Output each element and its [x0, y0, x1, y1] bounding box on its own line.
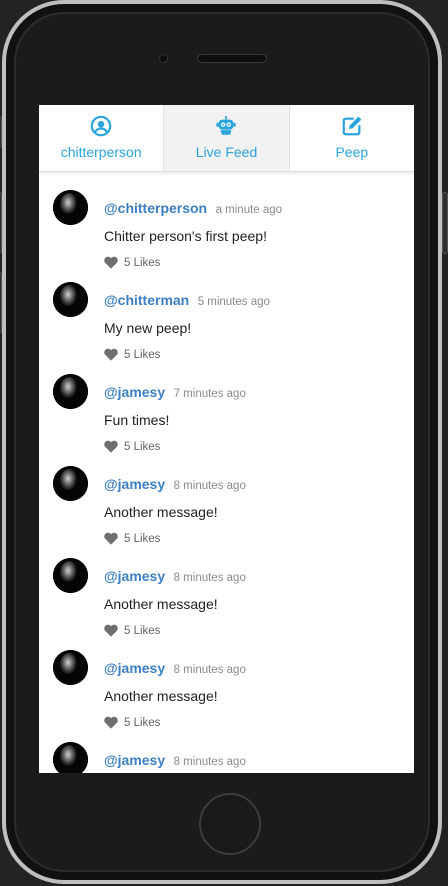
- peep-handle[interactable]: @jamesy: [104, 660, 165, 676]
- front-camera: [160, 55, 167, 62]
- avatar[interactable]: [53, 374, 88, 409]
- avatar-image: [53, 282, 88, 317]
- edit-icon: [342, 116, 362, 136]
- peep-timestamp: a minute ago: [215, 204, 283, 216]
- peep-timestamp: 7 minutes ago: [173, 388, 246, 400]
- tab-profile[interactable]: chitterperson: [39, 105, 165, 171]
- likes-count: 5 Likes: [124, 440, 161, 453]
- tab-live-feed-label: Live Feed: [195, 144, 258, 160]
- peep-text: My new peep!: [104, 320, 192, 336]
- peep-text: Fun times!: [104, 412, 170, 428]
- likes-count: 5 Likes: [124, 532, 161, 545]
- avatar[interactable]: [53, 190, 88, 225]
- peep-item: @jamesy 8 minutes ago Another message! 5…: [39, 550, 414, 642]
- peep-text: Another message!: [104, 504, 218, 520]
- power-button: [442, 192, 448, 254]
- avatar-image: [53, 374, 88, 409]
- robot-icon: [216, 116, 237, 135]
- avatar-image: [53, 190, 88, 225]
- avatar-image: [53, 742, 88, 773]
- peep-timestamp: 8 minutes ago: [173, 756, 246, 768]
- peep-text: Another message!: [104, 688, 218, 704]
- peep-handle[interactable]: @chitterman: [104, 292, 189, 308]
- peep-text: Chitter person's first peep!: [104, 228, 267, 244]
- avatar[interactable]: [53, 466, 88, 501]
- likes-count: 5 Likes: [124, 256, 161, 269]
- peep-timestamp: 8 minutes ago: [173, 572, 246, 584]
- peep-timestamp: 5 minutes ago: [197, 296, 270, 308]
- likes-count: 5 Likes: [124, 716, 161, 729]
- peep-timestamp: 8 minutes ago: [173, 480, 246, 492]
- peep-item: @chitterman 5 minutes ago My new peep! 5…: [39, 274, 414, 366]
- tab-peep-label: Peep: [335, 144, 369, 160]
- like-button[interactable]: 5 Likes: [104, 440, 160, 453]
- heart-icon: [104, 532, 118, 545]
- user-circle-icon: [90, 115, 112, 137]
- tab-peep[interactable]: Peep: [290, 105, 414, 171]
- peep-handle[interactable]: @chitterperson: [104, 200, 207, 216]
- peep-item: @chitterperson a minute ago Chitter pers…: [39, 182, 414, 274]
- peep-handle[interactable]: @jamesy: [104, 384, 165, 400]
- app-screen: chitterperson Live Feed Peep @chitterper…: [39, 105, 414, 773]
- heart-icon: [104, 440, 118, 453]
- avatar[interactable]: [53, 282, 88, 317]
- like-button[interactable]: 5 Likes: [104, 532, 160, 545]
- home-button[interactable]: [199, 793, 261, 855]
- likes-count: 5 Likes: [124, 348, 161, 361]
- peep-item: @jamesy 7 minutes ago Fun times! 5 Likes: [39, 366, 414, 458]
- peep-handle[interactable]: @jamesy: [104, 752, 165, 768]
- peep-text: Another message!: [104, 596, 218, 612]
- peep-item: @jamesy 8 minutes ago Another message! 5…: [39, 642, 414, 734]
- silent-switch: [0, 116, 2, 148]
- peep-item: @jamesy 8 minutes ago: [39, 734, 414, 773]
- avatar-image: [53, 650, 88, 685]
- heart-icon: [104, 624, 118, 637]
- volume-down-button: [0, 272, 2, 334]
- peep-handle[interactable]: @jamesy: [104, 476, 165, 492]
- heart-icon: [104, 348, 118, 361]
- peep-handle[interactable]: @jamesy: [104, 568, 165, 584]
- top-navigation: chitterperson Live Feed Peep: [39, 105, 414, 172]
- avatar[interactable]: [53, 742, 88, 773]
- peep-feed: @chitterperson a minute ago Chitter pers…: [39, 172, 414, 773]
- like-button[interactable]: 5 Likes: [104, 624, 160, 637]
- heart-icon: [104, 256, 118, 269]
- earpiece-speaker: [198, 55, 266, 62]
- like-button[interactable]: 5 Likes: [104, 256, 160, 269]
- avatar-image: [53, 466, 88, 501]
- likes-count: 5 Likes: [124, 624, 161, 637]
- volume-up-button: [0, 192, 2, 254]
- avatar-image: [53, 558, 88, 593]
- peep-timestamp: 8 minutes ago: [173, 664, 246, 676]
- heart-icon: [104, 716, 118, 729]
- peep-item: @jamesy 8 minutes ago Another message! 5…: [39, 458, 414, 550]
- like-button[interactable]: 5 Likes: [104, 348, 160, 361]
- avatar[interactable]: [53, 650, 88, 685]
- tab-live-feed[interactable]: Live Feed: [164, 105, 290, 171]
- avatar[interactable]: [53, 558, 88, 593]
- like-button[interactable]: 5 Likes: [104, 716, 160, 729]
- tab-profile-label: chitterperson: [60, 144, 142, 160]
